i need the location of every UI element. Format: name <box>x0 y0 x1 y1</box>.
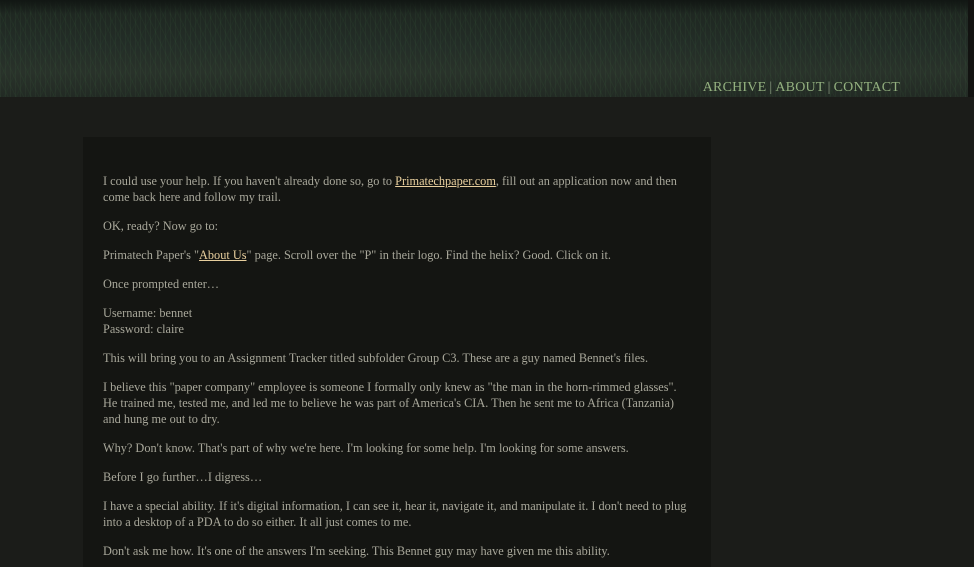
nav-about-link[interactable]: ABOUT <box>775 80 824 95</box>
post-paragraph: OK, ready? Now go to: <box>103 219 219 233</box>
paragraph-text: Primatech Paper's " <box>103 248 200 262</box>
post-content: I could use your help. If you haven't al… <box>83 137 711 567</box>
nav-archive-link[interactable]: ARCHIVE <box>703 80 767 95</box>
username-text: Username: bennet <box>103 306 193 320</box>
post-paragraph: I believe this "paper company" employee … <box>103 380 677 426</box>
credentials-paragraph: Username: bennet Password: claire <box>103 305 689 337</box>
site-header: ARCHIVE | ABOUT | CONTACT <box>0 0 974 97</box>
password-text: Password: claire <box>103 322 184 336</box>
about-us-link[interactable]: About Us <box>199 248 246 262</box>
paragraph-text: " page. Scroll over the "P" in their log… <box>246 248 611 262</box>
post-paragraph: I have a special ability. If it's digita… <box>103 499 687 529</box>
post-paragraph: Primatech Paper's "About Us" page. Scrol… <box>103 247 689 263</box>
paragraph-text: I could use your help. If you haven't al… <box>103 174 396 188</box>
post-paragraph: I could use your help. If you haven't al… <box>103 173 689 205</box>
primatech-link[interactable]: Primatechpaper.com <box>395 174 496 188</box>
post-paragraph: This will bring you to an Assignment Tra… <box>103 351 649 365</box>
post-paragraph: Before I go further…I digress… <box>103 470 263 484</box>
post-paragraph: Once prompted enter… <box>103 277 220 291</box>
post-paragraph: Don't ask me how. It's one of the answer… <box>103 544 610 558</box>
nav-separator: | <box>827 80 831 95</box>
nav-contact-link[interactable]: CONTACT <box>834 80 900 95</box>
header-texture <box>0 0 968 14</box>
nav-separator: | <box>769 80 773 95</box>
post-paragraph: Why? Don't know. That's part of why we'r… <box>103 441 629 455</box>
top-nav: ARCHIVE | ABOUT | CONTACT <box>703 80 900 96</box>
